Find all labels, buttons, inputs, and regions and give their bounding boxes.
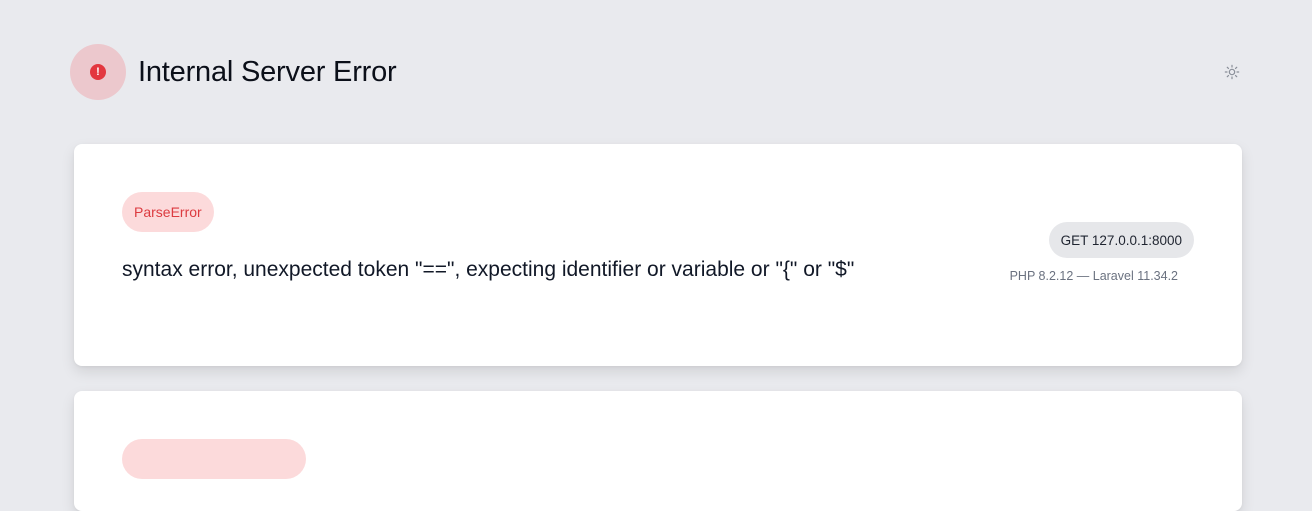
next-card-badge xyxy=(122,439,306,479)
exception-card: ParseError syntax error, unexpected toke… xyxy=(74,144,1242,366)
page-header: ! Internal Server Error xyxy=(70,44,397,100)
error-message: syntax error, unexpected token "==", exp… xyxy=(122,258,855,281)
version-info: PHP 8.2.12 — Laravel 11.34.2 xyxy=(1009,269,1178,283)
sun-icon xyxy=(1224,64,1240,80)
exception-class-badge: ParseError xyxy=(122,192,214,232)
page-title: Internal Server Error xyxy=(138,55,397,88)
next-card xyxy=(74,391,1242,511)
theme-toggle-button[interactable] xyxy=(1222,62,1242,82)
request-badge: GET 127.0.0.1:8000 xyxy=(1048,222,1194,258)
error-icon-container: ! xyxy=(70,44,126,100)
exclamation-icon: ! xyxy=(90,64,106,80)
